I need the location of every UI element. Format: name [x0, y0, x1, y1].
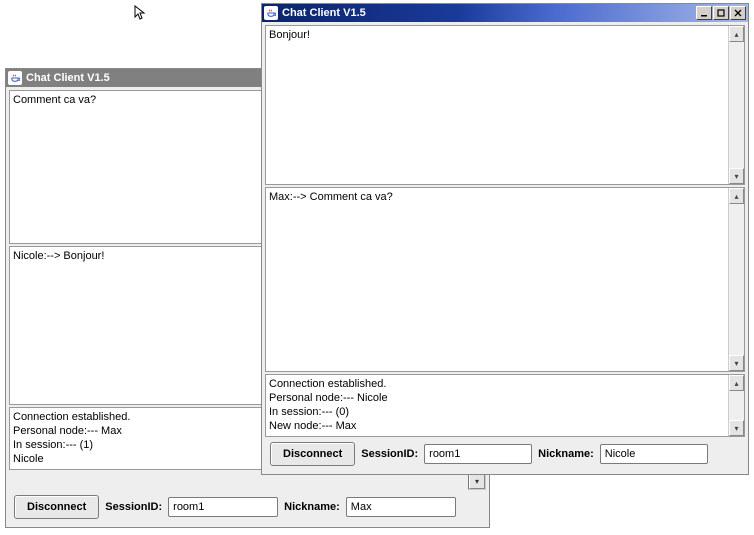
disconnect-button[interactable]: Disconnect — [270, 442, 355, 466]
disconnect-button[interactable]: Disconnect — [14, 495, 99, 519]
scrollbar[interactable]: ▴ ▾ — [728, 188, 744, 371]
scroll-up-icon[interactable]: ▴ — [729, 188, 744, 204]
nickname-label: Nickname: — [284, 501, 340, 513]
chat-log[interactable]: Max:--> Comment ca va? — [266, 188, 728, 371]
scrollbar[interactable]: ▴ ▾ — [728, 26, 744, 184]
minimize-button[interactable] — [696, 6, 712, 20]
session-id-input[interactable] — [424, 444, 532, 464]
nickname-input[interactable] — [346, 497, 456, 517]
scroll-down-icon[interactable]: ▾ — [729, 355, 744, 371]
chat-window-nicole: Chat Client V1.5 Bonjour! ▴ ▾ Max:--> Co… — [261, 3, 749, 475]
compose-textarea[interactable]: Bonjour! — [266, 26, 728, 184]
session-id-label: SessionID: — [105, 501, 162, 513]
session-id-label: SessionID: — [361, 448, 418, 460]
chat-log-pane: Max:--> Comment ca va? ▴ ▾ — [265, 187, 745, 372]
maximize-button[interactable] — [713, 6, 729, 20]
bottom-bar: Disconnect SessionID: Nickname: — [264, 438, 746, 472]
scroll-up-icon[interactable]: ▴ — [729, 26, 744, 42]
nickname-label: Nickname: — [538, 448, 594, 460]
bottom-bar: Disconnect SessionID: Nickname: — [8, 491, 487, 525]
nickname-input[interactable] — [600, 444, 708, 464]
titlebar[interactable]: Chat Client V1.5 — [262, 4, 748, 22]
compose-pane: Bonjour! ▴ ▾ — [265, 25, 745, 185]
scrollbar[interactable]: ▴ ▾ — [728, 375, 744, 436]
status-log: Connection established. Personal node:--… — [266, 375, 728, 436]
session-id-input[interactable] — [168, 497, 278, 517]
chevron-down-icon[interactable]: ▾ — [469, 473, 485, 489]
java-icon — [264, 6, 278, 20]
window-body: Bonjour! ▴ ▾ Max:--> Comment ca va? ▴ ▾ … — [262, 22, 748, 474]
window-title: Chat Client V1.5 — [282, 7, 695, 19]
window-controls — [695, 6, 746, 20]
status-pane: Connection established. Personal node:--… — [265, 374, 745, 437]
scroll-up-icon[interactable]: ▴ — [729, 375, 744, 391]
scroll-down-icon[interactable]: ▾ — [729, 420, 744, 436]
scroll-down-icon[interactable]: ▾ — [729, 168, 744, 184]
close-button[interactable] — [730, 6, 746, 20]
mouse-cursor-icon — [134, 5, 150, 21]
java-icon — [8, 71, 22, 85]
